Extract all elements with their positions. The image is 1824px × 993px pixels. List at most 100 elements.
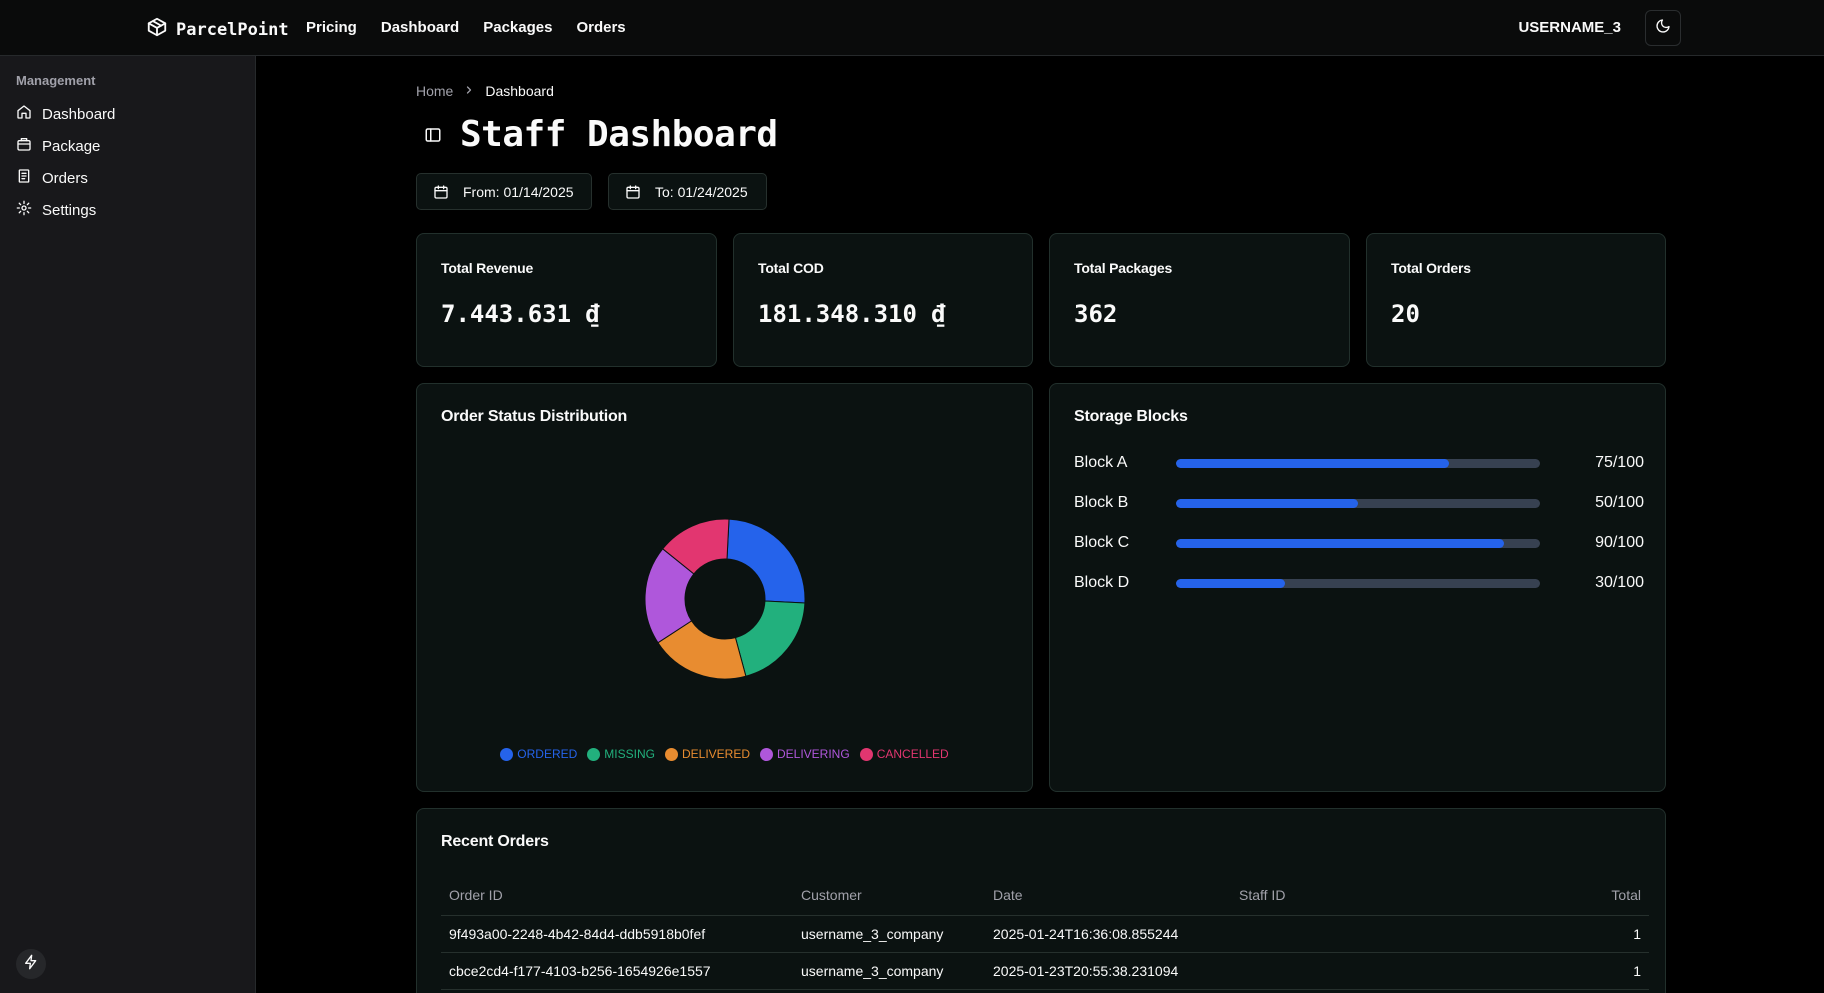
- table-row[interactable]: cbce2cd4-f177-4103-b256-1654926e1557 use…: [441, 952, 1649, 990]
- column-header-date: Date: [985, 876, 1231, 916]
- storage-progress-fill: [1176, 499, 1358, 508]
- legend-item-cancelled[interactable]: CANCELLED: [859, 747, 949, 761]
- legend-item-ordered[interactable]: ORDERED: [500, 747, 577, 761]
- date-cell: 2025-01-24T16:36:08.855244: [985, 915, 1231, 953]
- storage-block-count: 30/100: [1595, 574, 1644, 591]
- legend-swatch: [760, 747, 773, 761]
- sidebar: Management Dashboard Package Orders Sett…: [0, 56, 256, 993]
- table-header-row: Order ID Customer Date Staff ID Total: [441, 876, 1649, 916]
- to-date-picker[interactable]: To: 01/24/2025: [608, 173, 767, 210]
- sidebar-item-dashboard[interactable]: Dashboard: [16, 104, 115, 124]
- donut-slice-ordered[interactable]: [726, 518, 806, 604]
- donut-slice-missing[interactable]: [734, 600, 806, 677]
- legend-item-delivered[interactable]: DELIVERED: [664, 747, 750, 761]
- stat-label: Total COD: [758, 260, 824, 276]
- sidebar-group-label: Management: [16, 73, 96, 88]
- brand-logo-link[interactable]: ParcelPoint: [146, 16, 289, 43]
- stat-card-total-orders: Total Orders 20: [1366, 233, 1666, 367]
- legend-item-missing[interactable]: MISSING: [587, 747, 655, 761]
- column-header-staff-id: Staff ID: [1231, 876, 1431, 916]
- top-navbar: ParcelPoint Pricing Dashboard Packages O…: [0, 0, 1824, 56]
- storage-progress-fill: [1176, 459, 1449, 468]
- stat-card-total-packages: Total Packages 362: [1049, 233, 1350, 367]
- recent-orders-table: Order ID Customer Date Staff ID Total 9f…: [441, 876, 1649, 990]
- breadcrumb-home-link[interactable]: Home: [416, 83, 453, 99]
- legend-label: DELIVERED: [681, 747, 750, 761]
- staff-id-cell: [1231, 952, 1431, 990]
- sidebar-item-label: Dashboard: [42, 105, 116, 123]
- from-date-label: From: 01/14/2025: [463, 183, 574, 200]
- moon-icon: [1655, 18, 1671, 39]
- recent-orders-title: Recent Orders: [441, 833, 549, 850]
- stat-value: 362: [1074, 300, 1118, 328]
- sidebar-item-settings[interactable]: Settings: [16, 200, 96, 220]
- breadcrumb-current: Dashboard: [485, 83, 554, 99]
- total-cell: 1: [1431, 952, 1649, 990]
- page-title: Staff Dashboard: [460, 114, 778, 155]
- from-date-picker[interactable]: From: 01/14/2025: [416, 173, 592, 210]
- sidebar-item-orders[interactable]: Orders: [16, 168, 88, 188]
- legend-swatch: [587, 747, 601, 761]
- column-header-customer: Customer: [793, 876, 985, 916]
- nav-link-packages[interactable]: Packages: [483, 19, 552, 36]
- storage-progress-track: [1176, 579, 1540, 588]
- nav-link-pricing[interactable]: Pricing: [306, 19, 357, 36]
- stat-value: 181.348.310 ₫: [758, 300, 946, 328]
- storage-blocks-title: Storage Blocks: [1074, 408, 1188, 425]
- order-id-cell: 9f493a00-2248-4b42-84d4-ddb5918b0fef: [441, 915, 793, 953]
- column-header-total: Total: [1431, 876, 1649, 916]
- storage-progress-fill: [1176, 539, 1504, 548]
- gear-icon: [16, 200, 32, 220]
- table-row[interactable]: 9f493a00-2248-4b42-84d4-ddb5918b0fef use…: [441, 915, 1649, 953]
- storage-progress-fill: [1176, 579, 1286, 588]
- stat-card-total-revenue: Total Revenue 7.443.631 ₫: [416, 233, 717, 367]
- order-id-cell: cbce2cd4-f177-4103-b256-1654926e1557: [441, 952, 793, 990]
- breadcrumb: Home Dashboard: [416, 83, 554, 99]
- brand-name: ParcelPoint: [176, 19, 289, 40]
- legend-item-delivering[interactable]: DELIVERING: [760, 747, 850, 761]
- storage-block-count: 75/100: [1595, 454, 1644, 471]
- theme-toggle-button[interactable]: [1645, 10, 1681, 46]
- legend-label: CANCELLED: [876, 747, 949, 761]
- stat-label: Total Orders: [1391, 260, 1471, 276]
- stat-value: 20: [1391, 300, 1420, 328]
- quick-action-button[interactable]: [16, 949, 46, 979]
- legend-swatch: [664, 747, 678, 761]
- sidebar-toggle-icon[interactable]: [424, 126, 442, 144]
- calendar-icon: [625, 184, 641, 200]
- storage-row-block-c: Block C 90/100: [1074, 532, 1644, 554]
- legend-label: ORDERED: [517, 747, 578, 761]
- storage-progress-track: [1176, 459, 1540, 468]
- nav-link-dashboard[interactable]: Dashboard: [381, 19, 459, 36]
- order-status-legend: ORDERED MISSING DELIVERED DELIVERING CANCELL…: [417, 747, 1032, 761]
- stat-card-total-cod: Total COD 181.348.310 ₫: [733, 233, 1033, 367]
- storage-row-block-a: Block A 75/100: [1074, 452, 1644, 474]
- order-status-card: Order Status Distribution ORDERED MISSING…: [416, 383, 1033, 792]
- storage-progress-track: [1176, 539, 1540, 548]
- storage-block-name: Block B: [1074, 494, 1129, 511]
- storage-block-count: 90/100: [1595, 534, 1644, 551]
- sidebar-item-label: Package: [42, 137, 101, 155]
- nav-link-orders[interactable]: Orders: [576, 19, 625, 36]
- sidebar-item-package[interactable]: Package: [16, 136, 100, 156]
- calendar-icon: [433, 184, 449, 200]
- storage-block-name: Block A: [1074, 454, 1128, 471]
- storage-blocks-card: Storage Blocks Block A 75/100 Block B 50…: [1049, 383, 1666, 792]
- column-header-order-id: Order ID: [441, 876, 793, 916]
- stat-label: Total Revenue: [441, 260, 534, 276]
- storage-block-name: Block C: [1074, 534, 1130, 551]
- customer-cell: username_3_company: [793, 952, 985, 990]
- storage-block-name: Block D: [1074, 574, 1130, 591]
- order-status-donut-chart: [644, 518, 806, 680]
- legend-label: DELIVERING: [777, 747, 850, 761]
- storage-block-count: 50/100: [1595, 494, 1644, 511]
- orders-icon: [16, 168, 32, 188]
- legend-swatch: [859, 747, 873, 761]
- storage-row-block-d: Block D 30/100: [1074, 572, 1644, 594]
- package-box-icon: [146, 16, 168, 43]
- storage-progress-track: [1176, 499, 1540, 508]
- user-menu[interactable]: USERNAME_3: [1518, 19, 1621, 36]
- package-icon: [16, 136, 32, 156]
- sidebar-item-label: Orders: [42, 169, 88, 187]
- storage-row-block-b: Block B 50/100: [1074, 492, 1644, 514]
